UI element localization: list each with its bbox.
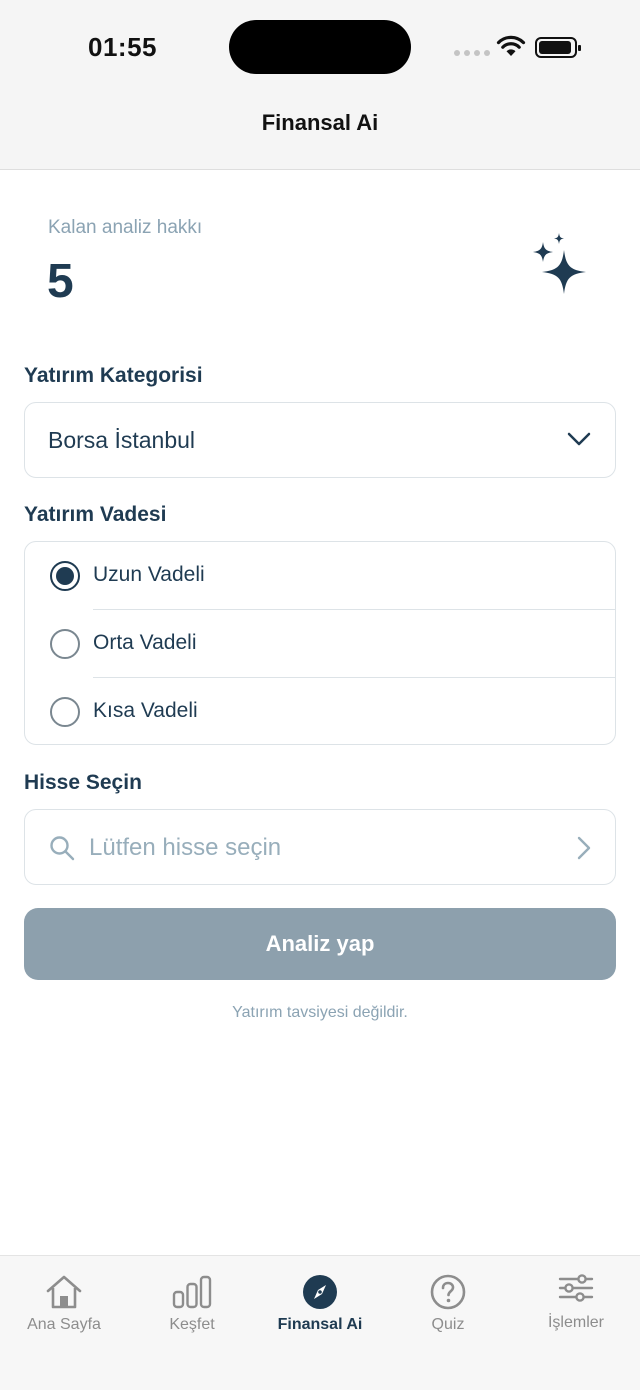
tab-label: Keşfet bbox=[169, 1316, 215, 1333]
tab-label: Ana Sayfa bbox=[27, 1316, 101, 1333]
tab-finansal-ai[interactable]: Finansal Ai bbox=[256, 1256, 384, 1356]
chevron-right-icon bbox=[577, 836, 591, 860]
term-section-title: Yatırım Vadesi bbox=[24, 503, 167, 526]
bar-chart-icon bbox=[172, 1275, 212, 1309]
navigation-bar: Finansal Ai bbox=[0, 96, 640, 170]
sliders-icon bbox=[558, 1274, 594, 1302]
tab-label: Finansal Ai bbox=[277, 1316, 363, 1333]
tab-islemler[interactable]: İşlemler bbox=[512, 1256, 640, 1356]
remaining-analyses-label: Kalan analiz hakkı bbox=[48, 217, 203, 238]
tab-label: Quiz bbox=[431, 1316, 465, 1333]
sparkles-icon bbox=[533, 233, 586, 294]
term-option-uzun[interactable]: Uzun Vadeli bbox=[25, 542, 615, 610]
radio-unselected-icon bbox=[50, 697, 80, 727]
wifi-icon bbox=[496, 35, 526, 56]
term-option-label: Orta Vadeli bbox=[93, 631, 197, 654]
term-option-orta[interactable]: Orta Vadeli bbox=[25, 610, 615, 678]
term-option-label: Uzun Vadeli bbox=[93, 563, 205, 586]
tab-bar: Ana Sayfa Keşfet Finansal Ai Quiz İşleml… bbox=[0, 1255, 640, 1390]
dynamic-island bbox=[229, 20, 411, 74]
page-title: Finansal Ai bbox=[261, 110, 379, 135]
term-option-label: Kısa Vadeli bbox=[93, 699, 198, 722]
status-time: 01:55 bbox=[88, 32, 157, 62]
chevron-down-icon bbox=[567, 432, 591, 446]
tab-quiz[interactable]: Quiz bbox=[384, 1256, 512, 1356]
stock-search-field[interactable]: Lütfen hisse seçin bbox=[24, 809, 616, 885]
radio-unselected-icon bbox=[50, 629, 80, 659]
tab-ana-sayfa[interactable]: Ana Sayfa bbox=[0, 1256, 128, 1356]
home-icon bbox=[46, 1275, 82, 1309]
tab-label: İşlemler bbox=[547, 1314, 604, 1331]
stock-section-title: Hisse Seçin bbox=[24, 771, 142, 794]
disclaimer-text: Yatırım tavsiyesi değildir. bbox=[232, 1004, 408, 1021]
analyze-button[interactable]: Analiz yap bbox=[24, 908, 616, 980]
term-option-kisa[interactable]: Kısa Vadeli bbox=[25, 678, 615, 744]
category-selected-value: Borsa İstanbul bbox=[48, 427, 196, 453]
radio-selected-icon bbox=[50, 561, 80, 591]
cellular-signal-icon bbox=[454, 50, 490, 56]
status-bar: 01:55 bbox=[0, 0, 640, 96]
battery-icon bbox=[535, 37, 581, 58]
stock-search-placeholder: Lütfen hisse seçin bbox=[89, 834, 282, 861]
tab-kesfet[interactable]: Keşfet bbox=[128, 1256, 256, 1356]
remaining-analyses-count: 5 bbox=[47, 255, 74, 308]
category-dropdown[interactable]: Borsa İstanbul bbox=[24, 402, 616, 478]
compass-icon bbox=[303, 1275, 337, 1309]
question-circle-icon bbox=[430, 1274, 466, 1310]
category-section-title: Yatırım Kategorisi bbox=[24, 364, 203, 387]
term-radio-group: Uzun Vadeli Orta Vadeli Kısa Vadeli bbox=[24, 541, 616, 745]
search-icon bbox=[50, 836, 75, 861]
